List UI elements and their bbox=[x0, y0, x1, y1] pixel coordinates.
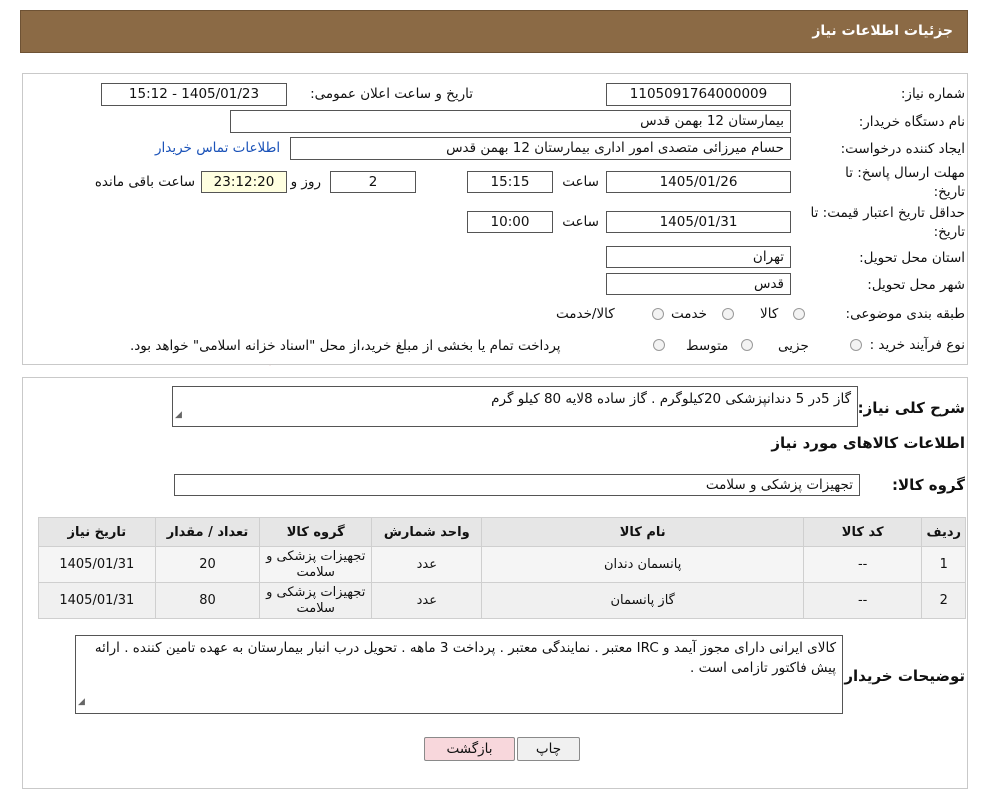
price-validity-date-field: 1405/01/31 bbox=[606, 211, 791, 233]
cell-item-name: گاز پانسمان bbox=[481, 582, 804, 619]
cell-row-number: 2 bbox=[921, 582, 966, 619]
deadline-label-date: تاریخ: bbox=[933, 184, 965, 200]
buyer-org-label: نام دستگاه خریدار: bbox=[858, 114, 965, 130]
print-button[interactable]: چاپ bbox=[517, 737, 580, 761]
page-header: جزئیات اطلاعات نیاز bbox=[20, 10, 968, 53]
deadline-time-label: ساعت bbox=[562, 174, 599, 190]
need-number-label: شماره نیاز: bbox=[900, 86, 965, 102]
deadline-time-field: 15:15 bbox=[467, 171, 553, 193]
cell-item-name: پانسمان دندان bbox=[481, 546, 804, 583]
resize-grip-icon[interactable]: ◢ bbox=[175, 405, 182, 425]
goods-group-label: گروه کالا: bbox=[892, 476, 965, 494]
cell-row-number: 1 bbox=[921, 546, 966, 583]
category-radio-goods[interactable] bbox=[793, 308, 805, 320]
resize-grip-icon[interactable]: ◢ bbox=[78, 692, 85, 712]
process-type-label: نوع فرآیند خرید : bbox=[869, 337, 965, 353]
category-radio-service[interactable] bbox=[722, 308, 734, 320]
announce-datetime-label: تاریخ و ساعت اعلان عمومی: bbox=[310, 86, 473, 102]
process-radio-minor[interactable] bbox=[850, 339, 862, 351]
goods-group-field: تجهیزات پزشکی و سلامت bbox=[174, 474, 860, 496]
deadline-date-field: 1405/01/26 bbox=[606, 171, 791, 193]
buyer-contact-link[interactable]: اطلاعات تماس خریدار bbox=[155, 140, 280, 156]
deadline-label: مهلت ارسال پاسخ: تا bbox=[845, 165, 965, 181]
summary-textarea[interactable]: گاز 5در 5 دندانپزشکی 20کیلوگرم . گاز ساد… bbox=[172, 386, 858, 427]
summary-label: شرح کلی نیاز: bbox=[857, 399, 965, 417]
col-unit: واحد شمارش bbox=[371, 517, 483, 547]
goods-section-title: اطلاعات کالاهای مورد نیاز bbox=[771, 434, 965, 452]
city-label: شهر محل تحویل: bbox=[867, 277, 965, 293]
requester-label: ایجاد کننده درخواست: bbox=[840, 141, 965, 157]
table-row[interactable]: 2 -- گاز پانسمان عدد تجهیزات پزشکی و سلا… bbox=[38, 582, 966, 619]
buyer-notes-label: توضیحات خریدار: bbox=[838, 667, 965, 685]
remaining-days-label: روز و bbox=[290, 174, 321, 190]
payment-treasury-radio[interactable] bbox=[653, 339, 665, 351]
cell-item-code: -- bbox=[802, 582, 923, 619]
category-option-goods-service: کالا/خدمت bbox=[556, 306, 615, 322]
price-validity-time-field: 10:00 bbox=[467, 211, 553, 233]
cell-item-group: تجهیزات پزشکی و سلامت bbox=[259, 546, 373, 583]
col-row-number: ردیف bbox=[921, 517, 966, 547]
process-radio-medium[interactable] bbox=[741, 339, 753, 351]
cell-need-date: 1405/01/31 bbox=[38, 546, 156, 583]
remaining-time-label: ساعت باقی مانده bbox=[94, 174, 195, 190]
summary-text: گاز 5در 5 دندانپزشکی 20کیلوگرم . گاز ساد… bbox=[491, 391, 851, 407]
goods-table-container: ردیف کد کالا نام کالا واحد شمارش گروه کا… bbox=[38, 517, 966, 619]
price-validity-label: حداقل تاریخ اعتبار قیمت: تا bbox=[810, 205, 965, 221]
col-item-code: کد کالا bbox=[802, 517, 923, 547]
buyer-notes-textarea[interactable]: کالای ایرانی دارای مجوز آیمد و IRC معتبر… bbox=[75, 635, 843, 714]
requester-field: حسام میرزائی متصدی امور اداری بیمارستان … bbox=[290, 137, 791, 160]
col-quantity: تعداد / مقدار bbox=[154, 517, 261, 547]
cell-item-group: تجهیزات پزشکی و سلامت bbox=[259, 582, 373, 619]
payment-treasury-note: پرداخت تمام یا بخشی از مبلغ خرید،از محل … bbox=[130, 338, 561, 354]
page-title: جزئیات اطلاعات نیاز bbox=[812, 23, 953, 39]
need-number-field: 1105091764000009 bbox=[606, 83, 791, 106]
city-field: قدس bbox=[606, 273, 791, 295]
category-label: طبقه بندی موضوعی: bbox=[845, 306, 965, 322]
cell-unit: عدد bbox=[371, 546, 483, 583]
goods-table: ردیف کد کالا نام کالا واحد شمارش گروه کا… bbox=[38, 517, 966, 619]
table-header-row: ردیف کد کالا نام کالا واحد شمارش گروه کا… bbox=[38, 517, 966, 547]
category-radio-goods-service[interactable] bbox=[652, 308, 664, 320]
process-option-medium: متوسط bbox=[686, 338, 729, 354]
cell-item-code: -- bbox=[802, 546, 923, 583]
price-validity-time-label: ساعت bbox=[562, 214, 599, 230]
process-option-minor: جزیی bbox=[778, 338, 809, 354]
announce-datetime-field: 1405/01/23 - 15:12 bbox=[101, 83, 287, 106]
buyer-org-field: بیمارستان 12 بهمن قدس bbox=[230, 110, 791, 133]
back-button[interactable]: بازگشت bbox=[424, 737, 515, 761]
cell-quantity: 80 bbox=[154, 582, 261, 619]
cell-need-date: 1405/01/31 bbox=[38, 582, 156, 619]
col-need-date: تاریخ نیاز bbox=[38, 517, 156, 547]
remaining-time-field: 23:12:20 bbox=[201, 171, 287, 193]
remaining-days-field: 2 bbox=[330, 171, 416, 193]
province-field: تهران bbox=[606, 246, 791, 268]
cell-quantity: 20 bbox=[154, 546, 261, 583]
col-item-group: گروه کالا bbox=[259, 517, 373, 547]
price-validity-label-date: تاریخ: bbox=[933, 224, 965, 240]
col-item-name: نام کالا bbox=[481, 517, 804, 547]
cell-unit: عدد bbox=[371, 582, 483, 619]
category-option-service: خدمت bbox=[671, 306, 707, 322]
buyer-notes-text: کالای ایرانی دارای مجوز آیمد و IRC معتبر… bbox=[94, 640, 836, 676]
province-label: استان محل تحویل: bbox=[859, 250, 965, 266]
category-option-goods: کالا bbox=[760, 306, 779, 322]
table-row[interactable]: 1 -- پانسمان دندان عدد تجهیزات پزشکی و س… bbox=[38, 546, 966, 583]
